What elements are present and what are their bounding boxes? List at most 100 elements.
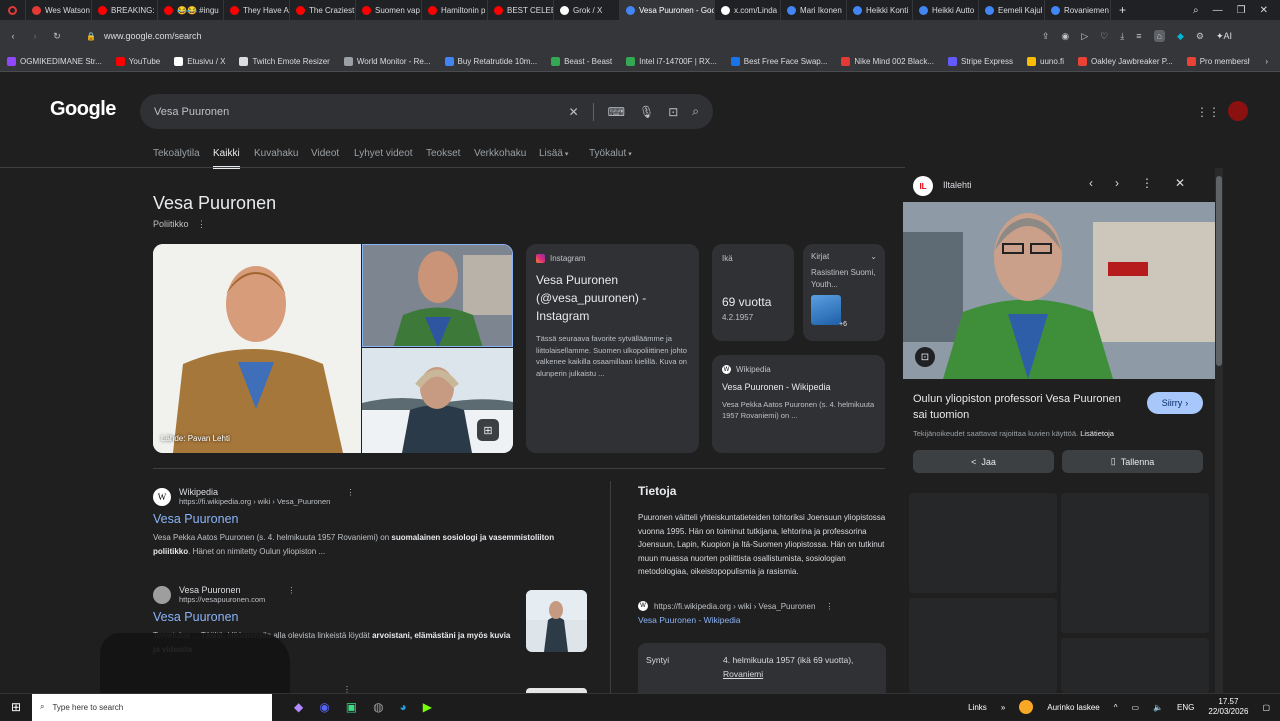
- go-button[interactable]: Siirry ›: [1147, 392, 1203, 414]
- browser-tab[interactable]: Mari Ikonen: [781, 0, 847, 20]
- profile-icon[interactable]: ⌂: [1153, 30, 1165, 42]
- edge-icon[interactable]: ◕: [400, 700, 407, 714]
- books-title[interactable]: Rasistinen Suomi, Youth...: [811, 267, 877, 291]
- result-title[interactable]: Vesa Puuronen: [153, 610, 523, 624]
- download-icon[interactable]: ⤓: [1120, 31, 1124, 42]
- related-image[interactable]: [1061, 638, 1209, 693]
- result-title[interactable]: Vesa Puuronen: [153, 512, 573, 526]
- url-text[interactable]: www.google.com/search: [104, 31, 202, 41]
- related-image[interactable]: [909, 493, 1057, 593]
- chevron-down-icon[interactable]: ⌄: [870, 252, 877, 261]
- extension-icon[interactable]: ◆: [1177, 31, 1184, 42]
- result-menu-icon[interactable]: ⋮: [343, 685, 351, 693]
- panel-scrollbar[interactable]: [1215, 168, 1223, 693]
- search-input[interactable]: Vesa Puuronen: [154, 106, 229, 118]
- app-icon[interactable]: ◍: [373, 700, 383, 714]
- clear-search-icon[interactable]: ✕: [569, 105, 579, 119]
- nav-tab[interactable]: Työkalut ▾: [589, 148, 632, 159]
- menu-icon[interactable]: ≡: [1136, 31, 1141, 41]
- share-page-icon[interactable]: ⇪: [1042, 31, 1050, 42]
- instagram-card[interactable]: Instagram Vesa Puuronen (@vesa_puuronen)…: [526, 244, 699, 453]
- voice-search-icon[interactable]: 🎙: [639, 105, 654, 119]
- bookmark-item[interactable]: YouTube: [109, 57, 167, 66]
- nav-tab[interactable]: Teokset: [426, 148, 460, 159]
- scrollbar-thumb[interactable]: [1216, 176, 1222, 366]
- bookmark-item[interactable]: Twitch Emote Resizer: [232, 57, 336, 66]
- about-source-url[interactable]: https://fi.wikipedia.org › wiki › Vesa_P…: [654, 602, 815, 611]
- copilot-icon[interactable]: ◆: [294, 700, 303, 714]
- bookmarks-overflow-icon[interactable]: ›: [1265, 57, 1280, 66]
- bookmark-item[interactable]: World Monitor - Re...: [337, 57, 438, 66]
- new-tab-button[interactable]: +: [1111, 3, 1134, 17]
- overflow-icon[interactable]: »: [1001, 703, 1005, 712]
- back-icon[interactable]: ‹: [2, 31, 24, 41]
- play-icon[interactable]: ▷: [1081, 31, 1088, 42]
- app-icon[interactable]: ▶: [423, 700, 432, 714]
- preview-title[interactable]: Oulun yliopiston professori Vesa Puurone…: [913, 391, 1123, 423]
- bookmark-item[interactable]: Best Free Face Swap...: [724, 57, 835, 66]
- volume-icon[interactable]: 🔈: [1153, 703, 1163, 712]
- related-image[interactable]: [1061, 493, 1209, 633]
- result-thumbnail[interactable]: [526, 590, 587, 652]
- entity-image-main[interactable]: Lähde: Pavan Lehti: [153, 244, 361, 453]
- bookmark-item[interactable]: Pro membership - G...: [1180, 57, 1250, 66]
- heart-icon[interactable]: ♡: [1100, 31, 1108, 42]
- windows-start-icon[interactable]: ⊞: [0, 700, 32, 714]
- search-icon[interactable]: ⌕: [692, 104, 699, 119]
- forward-icon[interactable]: ›: [24, 31, 46, 41]
- books-card[interactable]: Kirjat ⌄ Rasistinen Suomi, Youth... +6: [803, 244, 885, 341]
- weather-icon[interactable]: [1019, 700, 1034, 714]
- language-indicator[interactable]: ENG: [1177, 703, 1194, 712]
- search-tabs-icon[interactable]: ⌕: [1193, 5, 1199, 16]
- links-toolbar[interactable]: Links: [968, 703, 987, 712]
- bookmark-item[interactable]: Intel i7-14700F | RX...: [619, 57, 724, 66]
- lens-icon[interactable]: ⊡: [668, 105, 678, 119]
- browser-tab[interactable]: 😂😂 #ingu: [158, 0, 224, 20]
- result-url[interactable]: https://fi.wikipedia.org › wiki › Vesa_P…: [179, 497, 330, 506]
- instagram-title[interactable]: Vesa Puuronen (@vesa_puuronen) - Instagr…: [536, 271, 689, 325]
- browser-tab[interactable]: Hamiltonin p: [422, 0, 488, 20]
- wikipedia-card[interactable]: W Wikipedia Vesa Puuronen - Wikipedia Ve…: [712, 355, 885, 453]
- entity-image-2[interactable]: [362, 244, 513, 347]
- browser-tab[interactable]: Suomen vap: [356, 0, 422, 20]
- nav-tab[interactable]: Lisää ▾: [539, 148, 568, 159]
- browser-tab[interactable]: The Craziest: [290, 0, 356, 20]
- preview-source[interactable]: Iltalehti: [943, 180, 972, 190]
- nav-tab[interactable]: Kaikki: [213, 148, 240, 169]
- wiki-card-title[interactable]: Vesa Puuronen - Wikipedia: [722, 382, 875, 392]
- browser-tab[interactable]: Wes Watson: [26, 0, 92, 20]
- opera-logo-icon[interactable]: [0, 0, 26, 20]
- share-button[interactable]: < Jaa: [913, 450, 1054, 473]
- bookmark-item[interactable]: Nike Mind 002 Black...: [834, 57, 941, 66]
- more-images-icon[interactable]: ⊞: [477, 419, 499, 441]
- avatar[interactable]: [1228, 101, 1248, 121]
- bookmark-item[interactable]: Oakley Jawbreaker P...: [1071, 57, 1180, 66]
- browser-tab[interactable]: x.com/Linda: [715, 0, 781, 20]
- lens-icon[interactable]: ⊡: [915, 347, 935, 367]
- result-menu-icon[interactable]: ⋮: [346, 488, 354, 497]
- ai-button[interactable]: ✦AI: [1216, 31, 1232, 42]
- taskbar-search-text[interactable]: Type here to search: [52, 703, 123, 712]
- clock[interactable]: 17.57 22/03/2026: [1208, 697, 1248, 717]
- about-source-title[interactable]: Vesa Puuronen - Wikipedia: [638, 615, 741, 625]
- bookmark-item[interactable]: Beast - Beast: [544, 57, 619, 66]
- nav-tab[interactable]: Verkkohaku: [474, 148, 526, 159]
- about-source-menu-icon[interactable]: ⋮: [825, 602, 833, 611]
- search-box[interactable]: Vesa Puuronen ✕ ⌨ 🎙 ⊡ ⌕: [140, 94, 713, 129]
- next-icon[interactable]: ›: [1115, 176, 1119, 190]
- related-image[interactable]: [909, 598, 1057, 693]
- bookmark-item[interactable]: uuno.fi: [1020, 57, 1071, 66]
- url-field[interactable]: 🔒 www.google.com/search ⇪ ◉ ▷ ♡ ⤓ ≡ ⌂ ◆ …: [72, 24, 1232, 48]
- born-place[interactable]: Rovaniemi: [723, 669, 763, 679]
- previous-icon[interactable]: ‹: [1089, 176, 1093, 190]
- browser-tab[interactable]: BREAKING: J: [92, 0, 158, 20]
- reload-icon[interactable]: ↻: [46, 31, 68, 42]
- nav-tab[interactable]: Lyhyet videot: [354, 148, 413, 159]
- learn-more-link[interactable]: Lisätietoja: [1080, 429, 1114, 438]
- bookmark-item[interactable]: OGMIKEDIMANE Str...: [0, 57, 109, 66]
- bookmark-item[interactable]: Buy Retatrutide 10m...: [438, 57, 545, 66]
- browser-tab[interactable]: BEST CELEBR: [488, 0, 554, 20]
- result-url[interactable]: https://vesapuuronen.com: [179, 595, 265, 604]
- nav-tab[interactable]: Kuvahaku: [254, 148, 298, 159]
- network-icon[interactable]: ▭: [1132, 703, 1140, 712]
